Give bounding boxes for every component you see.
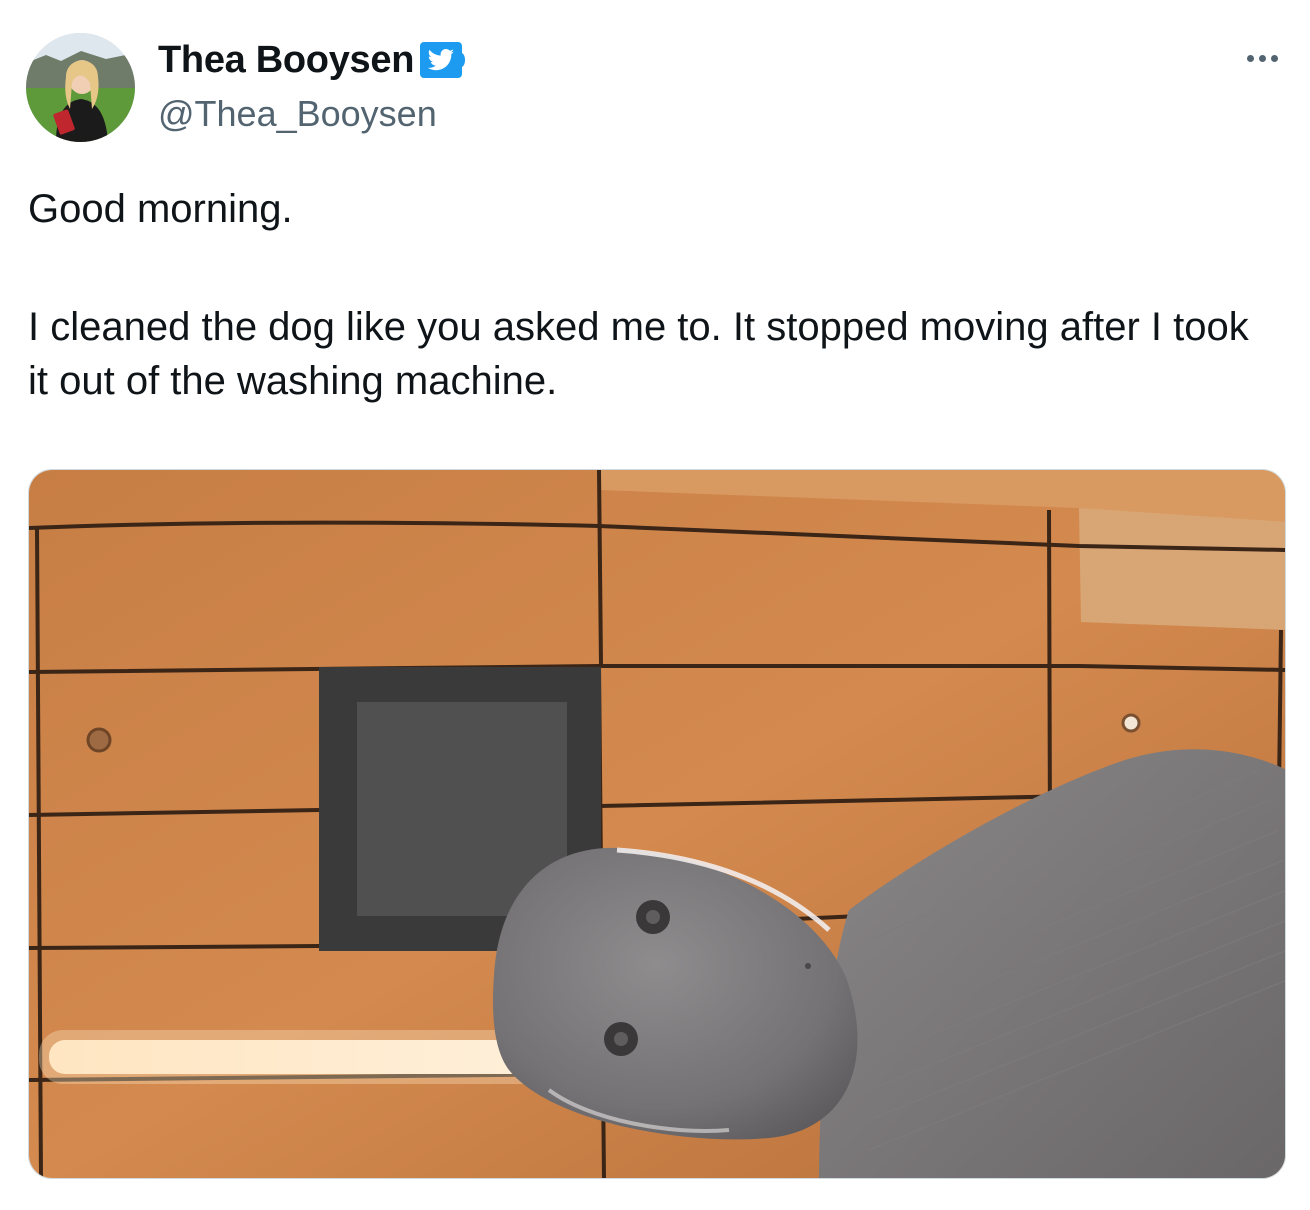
tweet-text-line: I cleaned the dog like you asked me to. …	[28, 305, 1249, 403]
tweet-text: Good morning. I cleaned the dog like you…	[28, 182, 1278, 408]
robot-dog-photo	[29, 470, 1285, 1178]
ellipsis-icon	[1246, 54, 1254, 62]
author-handle[interactable]: @Thea_Booysen	[158, 92, 437, 136]
author-name-row: Thea Booysen	[158, 38, 466, 82]
verified-badge-icon	[420, 39, 466, 81]
tweet-media-photo[interactable]	[28, 469, 1286, 1179]
tweet-text-line: Good morning.	[28, 187, 293, 231]
author-display-name[interactable]: Thea Booysen	[158, 38, 414, 82]
avatar[interactable]	[26, 33, 135, 142]
more-options-button[interactable]	[1236, 44, 1288, 72]
